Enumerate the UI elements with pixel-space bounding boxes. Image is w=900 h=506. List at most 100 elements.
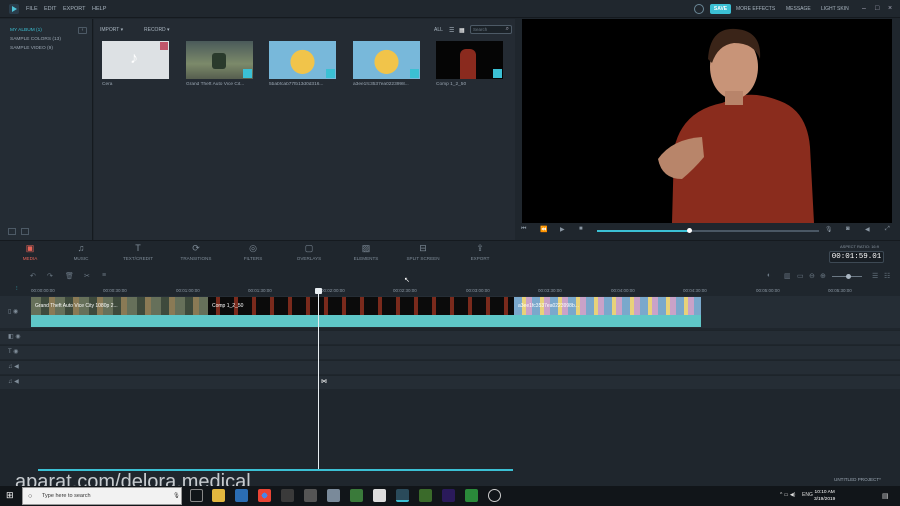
app-icon[interactable] xyxy=(488,489,501,502)
clip-title: a3ee1fc3537ea0223998b... xyxy=(518,303,579,309)
media-item-cartoon-1[interactable] xyxy=(269,41,336,79)
close-icon[interactable]: × xyxy=(888,5,892,12)
check-icon xyxy=(410,69,419,78)
search-icon: ○ xyxy=(28,493,33,500)
tab-filters[interactable]: ◎ FILTERS xyxy=(223,243,283,261)
system-tray-icon[interactable]: ^ ▭ ◀) xyxy=(780,492,795,498)
play-icon[interactable]: ▶ xyxy=(560,226,565,233)
language-indicator[interactable]: ENG xyxy=(802,492,813,498)
collapse-sidebar-icon[interactable]: ‹ xyxy=(78,27,87,34)
menu-export[interactable]: EXPORT xyxy=(63,6,86,12)
ruler-tick: 00:03:00:00 xyxy=(466,288,490,293)
maximize-icon[interactable]: □ xyxy=(875,5,879,12)
audio-track-2 xyxy=(0,375,900,389)
snapshot-icon[interactable]: ◙ xyxy=(846,226,850,232)
message-link[interactable]: MESSAGE xyxy=(786,6,811,12)
app-icon[interactable] xyxy=(465,489,478,502)
app-icon[interactable] xyxy=(419,489,432,502)
media-item-gta[interactable] xyxy=(186,41,253,79)
voiceover-icon[interactable]: ▭ xyxy=(797,272,804,280)
media-item-cartoon-2[interactable] xyxy=(353,41,420,79)
overlays-icon: ▢ xyxy=(304,243,314,253)
store-icon[interactable] xyxy=(235,489,248,502)
audio-mixer-icon[interactable]: ▥ xyxy=(784,272,791,280)
adjust-icon[interactable]: ≡ xyxy=(102,272,106,279)
media-item-comp[interactable] xyxy=(436,41,503,79)
import-dropdown[interactable]: IMPORT ▾ xyxy=(100,27,123,33)
timeline-clip-comp[interactable]: Comp 1_2_50 xyxy=(208,297,514,327)
preview-seek-handle[interactable] xyxy=(687,228,692,233)
redo-icon[interactable]: ↷ xyxy=(47,272,53,280)
filmora-taskbar-icon[interactable] xyxy=(396,489,409,502)
snap-icon[interactable]: ⫶ xyxy=(16,286,18,293)
volume-icon[interactable]: ◀ xyxy=(865,226,870,233)
file-explorer-icon[interactable] xyxy=(212,489,225,502)
app-icon[interactable] xyxy=(304,489,317,502)
windows-start-icon[interactable]: ⊞ xyxy=(6,490,14,501)
menu-edit[interactable]: EDIT xyxy=(44,6,57,12)
tab-music[interactable]: ♫ MUSIC xyxy=(51,243,111,261)
menu-help[interactable]: HELP xyxy=(92,6,106,12)
tab-split-screen[interactable]: ⊟ SPLIT SCREEN xyxy=(393,243,453,261)
render-icon[interactable]: ◐ xyxy=(767,272,771,279)
settings-icon[interactable]: ☷ xyxy=(884,272,890,280)
app-icon[interactable] xyxy=(281,489,294,502)
project-name: UNTITLED PROJECT* xyxy=(834,477,881,482)
zoom-in-icon[interactable]: ⊕ xyxy=(820,272,826,280)
sidebar-item-my-album[interactable]: MY ALBUM (1) xyxy=(10,28,42,33)
grid-view-icon[interactable]: ▦ xyxy=(459,27,465,34)
fit-icon[interactable]: ☰ xyxy=(872,272,878,280)
filters-icon: ◎ xyxy=(249,243,257,253)
record-dropdown[interactable]: RECORD ▾ xyxy=(144,27,170,33)
fullscreen-icon[interactable]: ⤢ xyxy=(885,226,890,233)
clock-date: 3/19/2019 xyxy=(814,497,836,502)
timeline-clip-gta[interactable]: Grand Theft Auto Vice City 1080p 2... xyxy=(31,297,208,327)
light-skin-link[interactable]: LIGHT SKIN xyxy=(821,6,849,12)
tab-transitions[interactable]: ⟳ TRANSITIONS xyxy=(166,243,226,261)
taskbar-search-input[interactable]: ○ Type here to search 🎙 xyxy=(22,487,182,505)
sidebar-item-sample-video[interactable]: SAMPLE VIDEO (9) xyxy=(10,46,53,51)
undo-icon[interactable]: ↶ xyxy=(30,272,36,280)
mail-icon[interactable] xyxy=(373,489,386,502)
taskbar-clock[interactable]: 10:10 AM 3/19/2019 xyxy=(814,489,835,503)
music-icon: ♫ xyxy=(77,243,85,253)
menu-file[interactable]: FILE xyxy=(26,6,38,12)
new-folder-icon[interactable] xyxy=(8,228,16,235)
sidebar-item-sample-colors[interactable]: SAMPLE COLORS (13) xyxy=(10,37,61,42)
account-icon[interactable] xyxy=(694,4,704,14)
chrome-icon[interactable] xyxy=(258,489,271,502)
filter-all[interactable]: ALL xyxy=(434,27,443,33)
album-sidebar xyxy=(0,19,93,241)
media-label: 5babfcab77fb13d0d316... xyxy=(269,82,324,87)
stop-icon[interactable]: ■ xyxy=(579,226,583,232)
microphone-icon[interactable]: 🎙 xyxy=(825,226,833,233)
ruler-tick: 00:01:30:00 xyxy=(248,288,272,293)
timeline-clip-cartoon[interactable]: a3ee1fc3537ea0223998b... xyxy=(514,297,701,327)
save-button[interactable]: SAVE xyxy=(710,4,731,14)
cut-icon[interactable]: ✂ xyxy=(84,272,90,280)
playhead-handle[interactable] xyxy=(315,288,322,294)
tab-text-credit[interactable]: T TEXT/CREDIT xyxy=(108,243,168,261)
zoom-slider-handle[interactable] xyxy=(846,274,851,279)
minimize-icon[interactable]: – xyxy=(862,5,866,12)
app-icon[interactable] xyxy=(327,489,340,502)
notifications-icon[interactable]: ▤ xyxy=(882,492,889,500)
search-input[interactable]: Search ⌕ xyxy=(470,25,512,34)
delete-icon[interactable]: 🗑 xyxy=(65,272,74,280)
list-view-icon[interactable]: ☰ xyxy=(449,27,454,34)
tab-export[interactable]: ⇪ EXPORT xyxy=(450,243,510,261)
audio-badge-icon xyxy=(160,42,168,50)
after-effects-icon[interactable] xyxy=(442,489,455,502)
media-item-cera[interactable]: ♪ xyxy=(102,41,169,79)
more-effects-link[interactable]: MORE EFFECTS xyxy=(736,6,775,12)
app-icon[interactable] xyxy=(350,489,363,502)
check-icon xyxy=(243,69,252,78)
previous-frame-icon[interactable]: ⏮ xyxy=(521,226,526,233)
zoom-out-icon[interactable]: ⊖ xyxy=(809,272,815,280)
rewind-icon[interactable]: ⏪ xyxy=(540,226,547,233)
task-view-icon[interactable] xyxy=(190,489,203,502)
tab-overlays[interactable]: ▢ OVERLAYS xyxy=(279,243,339,261)
playhead[interactable] xyxy=(318,289,319,469)
delete-folder-icon[interactable] xyxy=(21,228,29,235)
tab-elements[interactable]: ▨ ELEMENTS xyxy=(336,243,396,261)
